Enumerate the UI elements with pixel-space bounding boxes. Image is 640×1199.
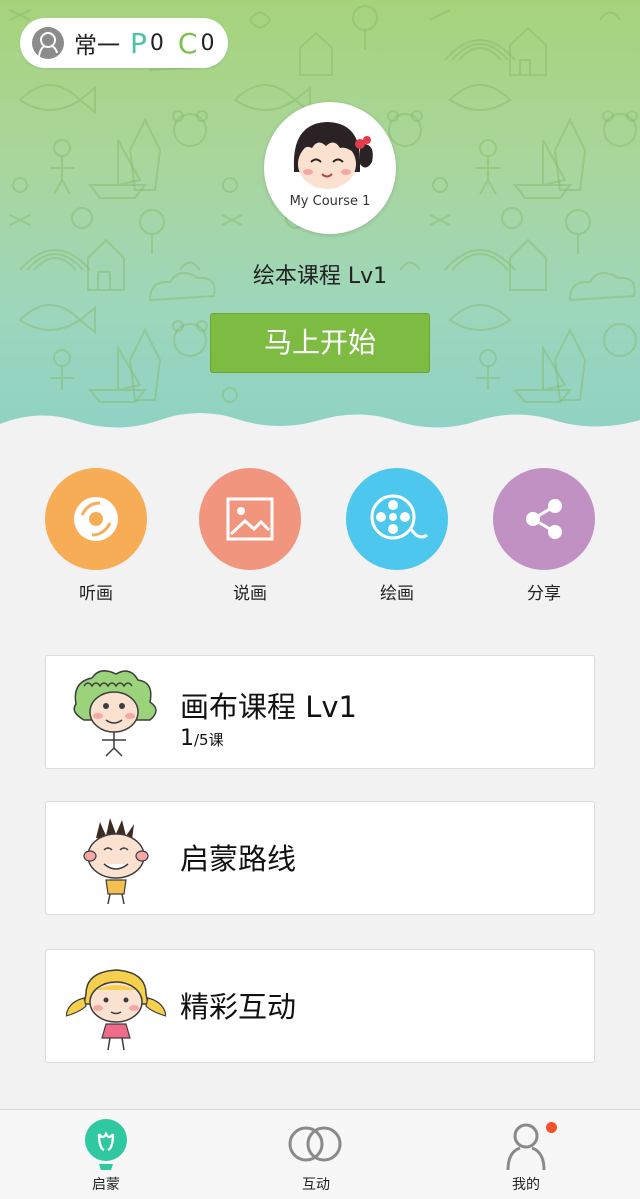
pigtail-girl-icon: [66, 969, 166, 1051]
progress-current: 1: [180, 726, 194, 751]
c-points-value: 0: [200, 30, 215, 56]
nav-label: 我的: [512, 1177, 540, 1193]
cartoon-girl-icon: [293, 122, 373, 189]
speak-circle[interactable]: [199, 468, 301, 570]
course-avatar-label: My Course 1: [289, 194, 371, 209]
listen-circle[interactable]: [45, 468, 147, 570]
user-status-chip[interactable]: 常一 P 0 C 0: [20, 18, 228, 68]
bottom-nav: 启蒙 互动 我的: [0, 1109, 640, 1199]
course-title: 绘本课程 Lv1: [252, 264, 388, 289]
wave-divider: [0, 413, 640, 440]
nav-tab-interaction[interactable]: 互动: [256, 1110, 376, 1199]
nav-tab-mine[interactable]: 我的: [466, 1110, 586, 1199]
progress-total: /5课: [194, 731, 224, 749]
spiky-hair-kid-icon: [83, 818, 149, 905]
curly-hair-kid-icon: [73, 670, 157, 757]
picture-icon: [226, 497, 274, 541]
course-header: 常一 P 0 C 0 My Course 1 绘本课程 Lv1 马上开始: [0, 0, 640, 440]
share-icon: [526, 499, 562, 539]
card-enlightenment-route[interactable]: 启蒙路线: [45, 801, 595, 915]
user-silhouette-icon: [38, 32, 58, 58]
p-points-value: 0: [149, 30, 164, 56]
feature-draw[interactable]: 绘画: [346, 468, 448, 608]
notification-badge: [546, 1122, 557, 1133]
card-title: 精彩互动: [180, 990, 297, 1024]
card-title: 启蒙路线: [180, 842, 297, 876]
card-progress: 1/5课: [180, 726, 224, 751]
rings-icon: [288, 1126, 342, 1162]
disc-icon: [74, 497, 118, 541]
feature-label: 分享: [527, 584, 561, 604]
feature-label: 绘画: [380, 584, 414, 604]
user-name: 常一: [74, 33, 120, 59]
start-now-button[interactable]: 马上开始: [210, 313, 430, 373]
p-points-label: P: [130, 26, 147, 60]
nav-label: 启蒙: [92, 1177, 120, 1193]
card-canvas-course[interactable]: 画布课程 Lv1 1/5课: [45, 655, 595, 769]
c-points-label: C: [177, 26, 198, 60]
nav-label: 互动: [302, 1177, 330, 1193]
feature-speak[interactable]: 说画: [199, 468, 301, 608]
bulb-icon: [85, 1119, 127, 1170]
card-title: 画布课程 Lv1: [180, 690, 357, 724]
draw-circle[interactable]: [346, 468, 448, 570]
user-avatar[interactable]: [32, 27, 64, 59]
share-circle[interactable]: [493, 468, 595, 570]
nav-tab-enlightenment[interactable]: 启蒙: [46, 1110, 166, 1199]
person-icon: [506, 1123, 546, 1171]
feature-label: 说画: [233, 584, 267, 604]
feature-share[interactable]: 分享: [493, 468, 595, 608]
card-wonderful-interaction[interactable]: 精彩互动: [45, 949, 595, 1063]
course-avatar[interactable]: My Course 1: [264, 102, 396, 234]
feature-label: 听画: [79, 584, 113, 604]
film-reel-icon: [370, 494, 428, 540]
feature-listen[interactable]: 听画: [45, 468, 147, 608]
